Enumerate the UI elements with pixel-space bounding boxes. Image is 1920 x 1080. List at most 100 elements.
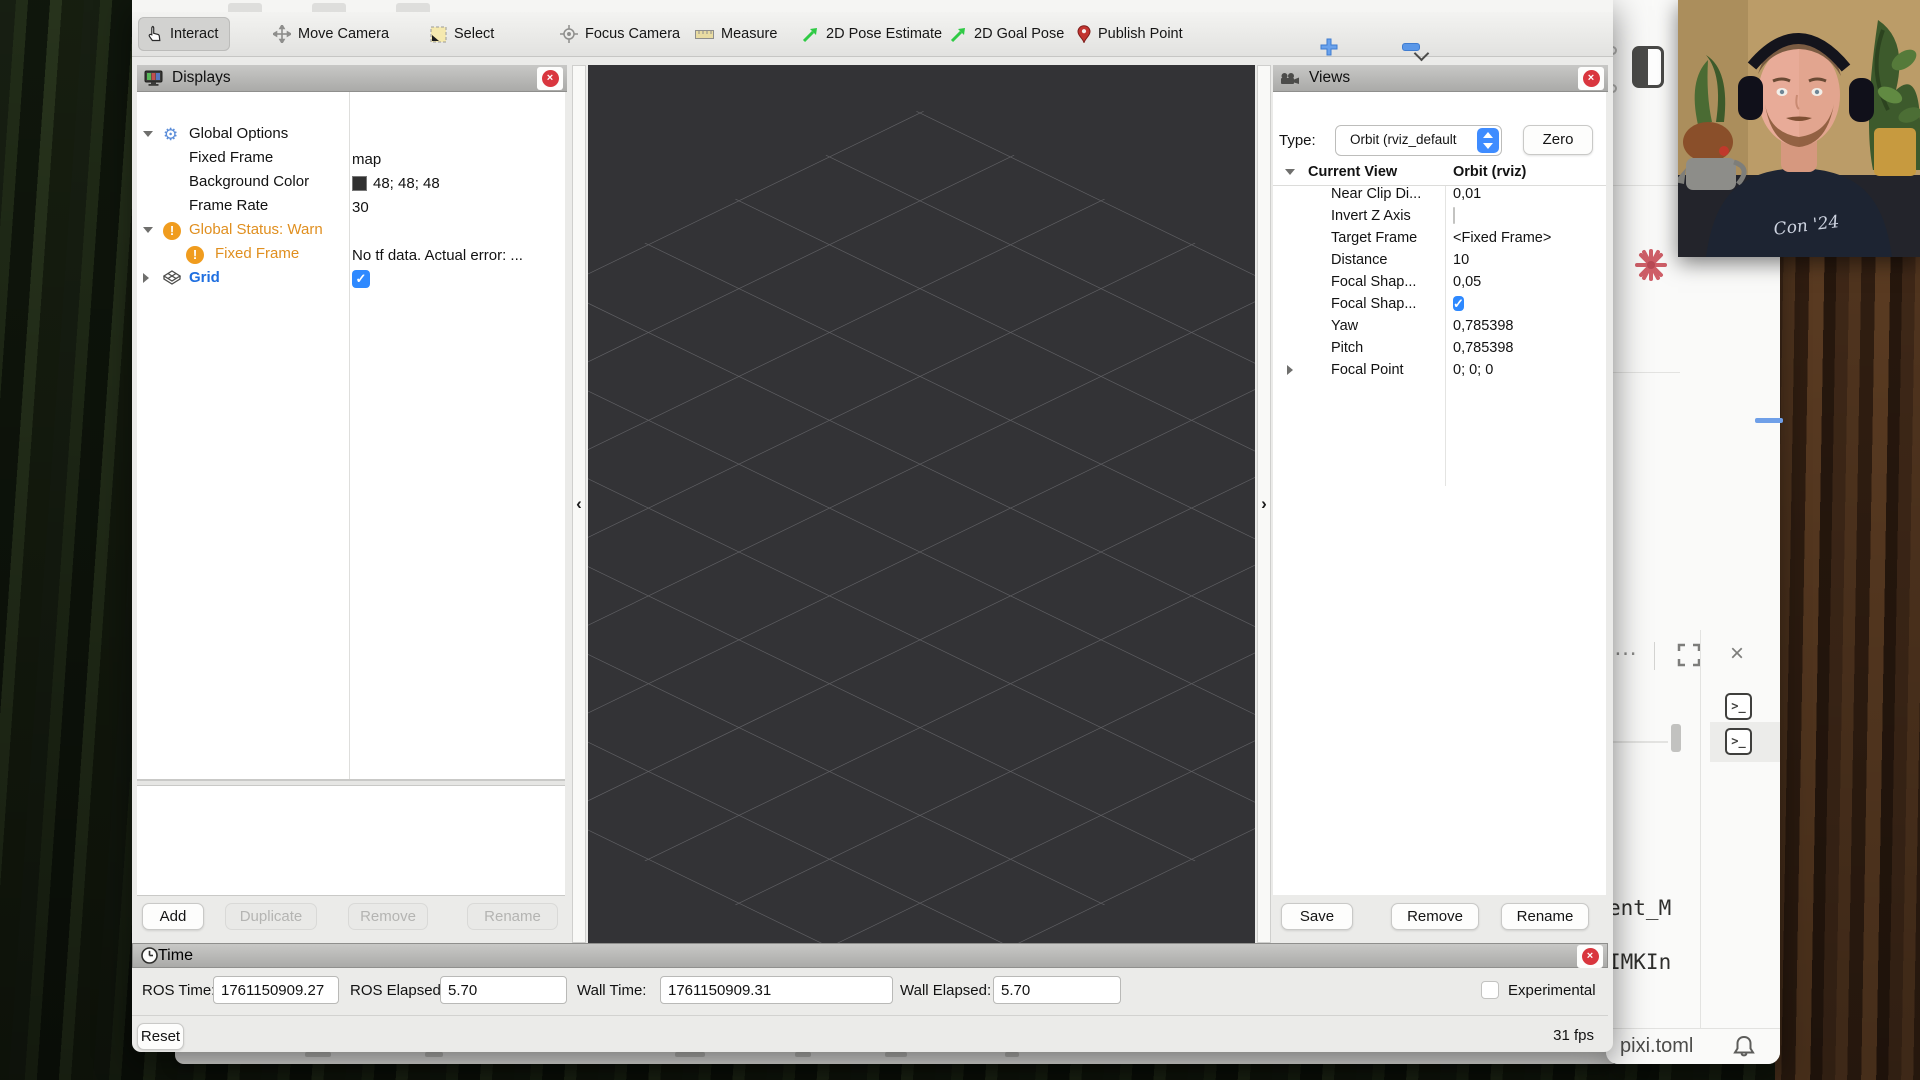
- green-arrow-icon: [802, 26, 819, 43]
- chevron-right-icon[interactable]: [1287, 365, 1293, 375]
- invert-z-checkbox[interactable]: [1453, 207, 1455, 224]
- row-value[interactable]: <Fixed Frame>: [1453, 230, 1551, 246]
- wall-elapsed-input[interactable]: [993, 976, 1121, 1004]
- tool-label: Move Camera: [298, 26, 389, 42]
- add-display-button[interactable]: Add: [142, 903, 204, 930]
- ros-elapsed-input[interactable]: [440, 976, 567, 1004]
- tree-row-background-color[interactable]: Background Color 48; 48; 48: [137, 171, 565, 195]
- tree-row-global-options[interactable]: ⚙ Global Options: [137, 123, 565, 147]
- row-label: Focal Shap...: [1331, 274, 1416, 290]
- tool-2d-goal-pose[interactable]: 2D Goal Pose: [942, 17, 1072, 51]
- view-row-pitch[interactable]: Pitch 0,785398: [1273, 338, 1606, 360]
- stepper-icon[interactable]: [1477, 128, 1499, 153]
- row-value: No tf data. Actual error: ...: [352, 247, 523, 264]
- tool-2d-pose-estimate[interactable]: 2D Pose Estimate: [794, 17, 950, 51]
- tree-row-frame-rate[interactable]: Frame Rate 30: [137, 195, 565, 219]
- ros-time-input[interactable]: [213, 976, 339, 1004]
- panel-close-button[interactable]: ×: [537, 67, 563, 90]
- row-value[interactable]: 10: [1453, 252, 1469, 268]
- close-icon: ×: [1582, 948, 1599, 965]
- tool-interact[interactable]: Interact: [138, 17, 230, 51]
- add-tool-button[interactable]: [1320, 38, 1338, 56]
- row-label: Background Color: [189, 173, 309, 190]
- view-type-dropdown[interactable]: Orbit (rviz_default: [1335, 125, 1502, 156]
- row-label: Fixed Frame: [189, 149, 273, 166]
- 3d-viewport[interactable]: [588, 65, 1255, 943]
- view-row-focal-shape-fixed[interactable]: Focal Shap... ✓: [1273, 294, 1606, 316]
- collapse-right-panel-handle[interactable]: ›: [1257, 65, 1271, 943]
- view-row-target-frame[interactable]: Target Frame <Fixed Frame>: [1273, 228, 1606, 250]
- views-panel-header[interactable]: Views ×: [1273, 65, 1608, 92]
- editor-text-line: ent_M: [1608, 896, 1778, 920]
- rename-display-button[interactable]: Rename: [467, 903, 558, 930]
- webcam-overlay: Con '24: [1678, 0, 1920, 257]
- tool-label: 2D Pose Estimate: [826, 26, 942, 42]
- chevron-down-icon[interactable]: [1285, 169, 1295, 175]
- focal-shape-checkbox[interactable]: ✓: [1453, 296, 1464, 311]
- wall-time-input[interactable]: [660, 976, 893, 1004]
- focus-crosshair-icon: [560, 25, 578, 43]
- row-value[interactable]: map: [352, 151, 381, 168]
- view-row-focal-shape-size[interactable]: Focal Shap... 0,05: [1273, 272, 1606, 294]
- tree-row-fixed-frame[interactable]: Fixed Frame map: [137, 147, 565, 171]
- displays-panel-header[interactable]: Displays ×: [137, 65, 567, 92]
- remove-display-button[interactable]: Remove: [348, 903, 428, 930]
- row-value[interactable]: 0,05: [1453, 274, 1481, 290]
- view-row-focal-point[interactable]: Focal Point 0; 0; 0: [1273, 360, 1606, 382]
- view-row-near-clip[interactable]: Near Clip Di... 0,01: [1273, 184, 1606, 206]
- chevron-down-icon[interactable]: [143, 227, 153, 233]
- statusbar-filename[interactable]: pixi.toml: [1620, 1035, 1693, 1058]
- gear-icon: ⚙: [163, 126, 181, 144]
- divider: [1654, 642, 1655, 670]
- rename-view-button[interactable]: Rename: [1501, 903, 1589, 930]
- duplicate-display-button[interactable]: Duplicate: [225, 903, 317, 930]
- asterisk-icon[interactable]: [1634, 248, 1668, 282]
- chevron-right-icon[interactable]: [143, 273, 149, 283]
- view-row-distance[interactable]: Distance 10: [1273, 250, 1606, 272]
- grid-enabled-checkbox[interactable]: ✓: [352, 270, 370, 288]
- row-value[interactable]: 0,01: [1453, 186, 1481, 202]
- cropped-tab: [396, 3, 430, 12]
- terminal-icon[interactable]: >_: [1725, 693, 1752, 720]
- sidebar-toggle-icon[interactable]: [1632, 46, 1664, 88]
- row-value[interactable]: 0; 0; 0: [1453, 362, 1493, 378]
- panel-close-button[interactable]: ×: [1578, 67, 1604, 90]
- row-label: Global Options: [189, 125, 288, 142]
- ruler-icon: [695, 28, 714, 40]
- experimental-checkbox[interactable]: [1481, 981, 1499, 999]
- wall-time-label: Wall Time:: [577, 982, 646, 999]
- tree-row-global-status[interactable]: ! Global Status: Warn: [137, 219, 565, 243]
- row-value[interactable]: 0,785398: [1453, 340, 1513, 356]
- tool-publish-point[interactable]: Publish Point: [1069, 17, 1191, 51]
- view-row-invert-z[interactable]: Invert Z Axis: [1273, 206, 1606, 228]
- terminal-icon[interactable]: >_: [1725, 728, 1752, 755]
- chevron-down-icon[interactable]: [143, 131, 153, 137]
- row-label: Near Clip Di...: [1331, 186, 1421, 202]
- view-type-value: Orbit (rviz_default: [1350, 132, 1476, 147]
- expand-icon[interactable]: [1676, 642, 1702, 668]
- row-value[interactable]: 30: [352, 199, 369, 216]
- zero-button[interactable]: Zero: [1523, 125, 1593, 155]
- time-panel-header[interactable]: Time ×: [132, 943, 1608, 968]
- close-icon[interactable]: ×: [1724, 642, 1750, 668]
- tree-row-grid[interactable]: Grid ✓: [137, 267, 565, 291]
- tool-focus-camera[interactable]: Focus Camera: [552, 17, 688, 51]
- tool-measure[interactable]: Measure: [687, 17, 785, 51]
- tool-select[interactable]: Select: [422, 17, 502, 51]
- tool-move-camera[interactable]: Move Camera: [265, 17, 397, 51]
- bell-icon[interactable]: [1731, 1034, 1757, 1060]
- scrollbar-thumb[interactable]: [1671, 724, 1681, 752]
- fps-counter: 31 fps: [1553, 1027, 1594, 1044]
- view-row-yaw[interactable]: Yaw 0,785398: [1273, 316, 1606, 338]
- views-body: Type: Orbit (rviz_default Zero Current V…: [1273, 92, 1606, 895]
- row-value[interactable]: 0,785398: [1453, 318, 1513, 334]
- remove-view-button[interactable]: Remove: [1391, 903, 1479, 930]
- tree-row-fixed-frame-warning[interactable]: ! Fixed Frame No tf data. Actual error: …: [137, 243, 565, 267]
- row-value[interactable]: 48; 48; 48: [373, 175, 440, 192]
- reset-button[interactable]: Reset: [137, 1023, 184, 1050]
- view-row-current-view[interactable]: Current View Orbit (rviz): [1273, 162, 1606, 184]
- save-view-button[interactable]: Save: [1281, 903, 1353, 930]
- collapse-left-panel-handle[interactable]: ‹: [572, 65, 586, 943]
- panel-close-button[interactable]: ×: [1577, 945, 1603, 968]
- color-swatch: [352, 176, 367, 191]
